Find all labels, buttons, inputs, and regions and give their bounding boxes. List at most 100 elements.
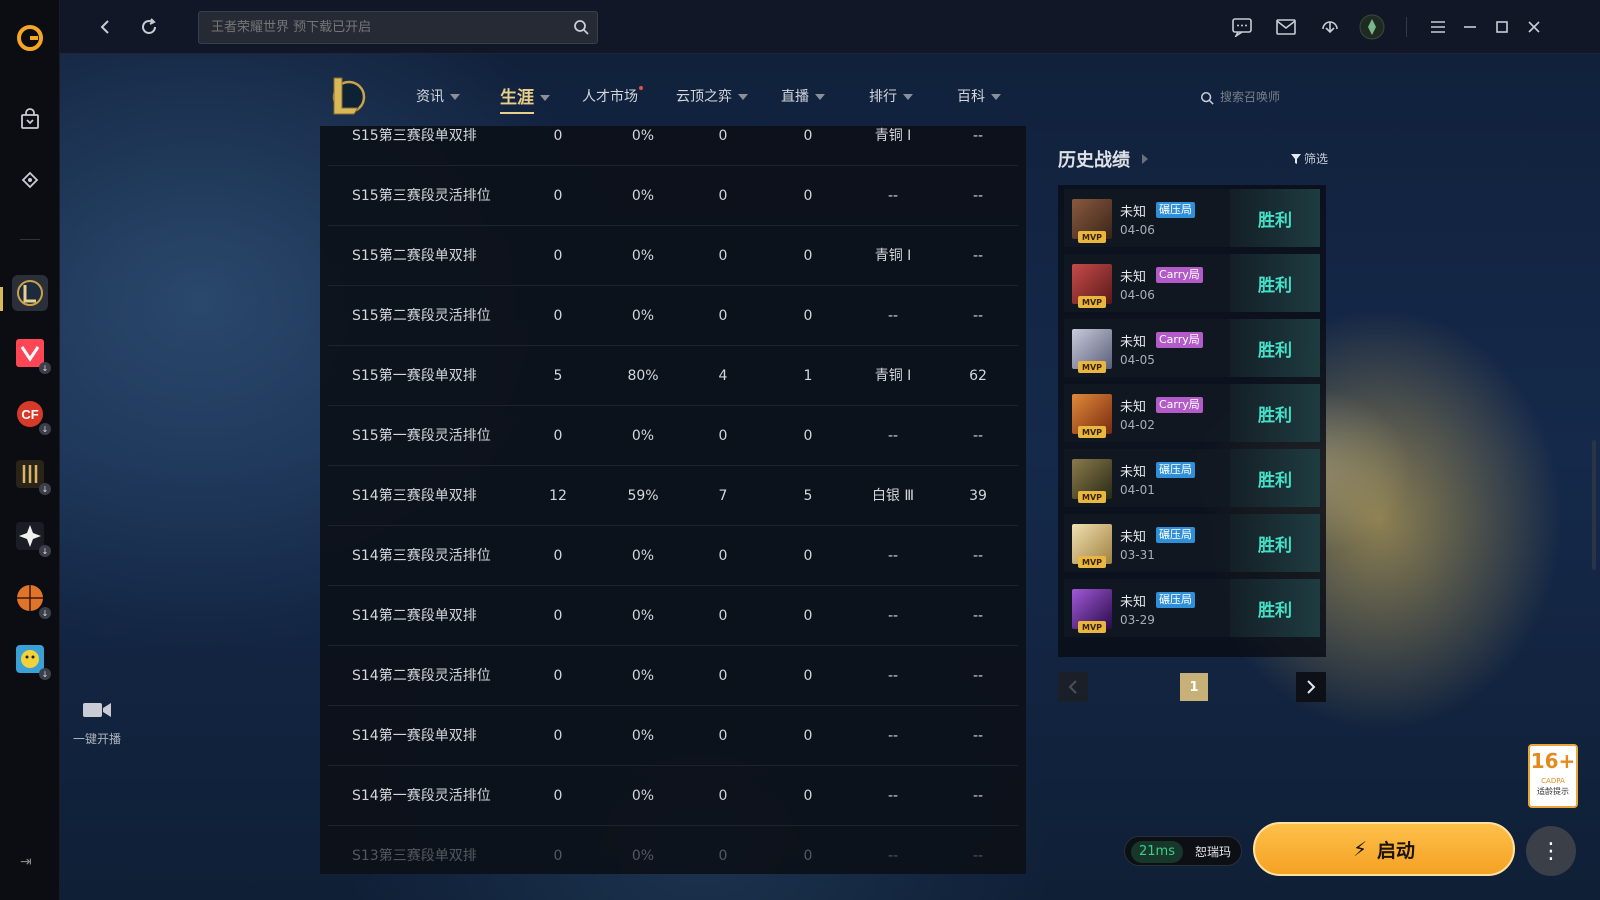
nav-tft[interactable]: 云顶之弈 [676, 86, 748, 106]
chevron-down-icon [903, 94, 913, 100]
back-icon[interactable] [92, 13, 120, 41]
league-points: -- [972, 848, 984, 864]
rank-tier: 青铜 Ⅰ [874, 368, 912, 384]
match-card[interactable]: MVP 未知 碾压局 03-29 胜利 [1064, 579, 1320, 637]
player-name: 未知 [1120, 465, 1147, 480]
table-row[interactable]: S14第一赛段单双排 0 0% 0 0 -- -- [328, 706, 1018, 766]
match-card[interactable]: MVP 未知 Carry局 04-02 胜利 [1064, 384, 1320, 442]
refresh-icon[interactable] [135, 13, 163, 41]
age-rating-badge: 16+ CADPA 适龄提示 [1528, 744, 1578, 808]
mvp-badge: MVP [1078, 556, 1106, 568]
games-icon[interactable] [12, 162, 48, 198]
table-row[interactable]: S15第一赛段单双排 5 80% 4 1 青铜 Ⅰ 62 [328, 346, 1018, 406]
search-bar[interactable] [198, 11, 598, 44]
download-manager-icon[interactable] [1316, 13, 1344, 41]
rank-tier: 白银 Ⅲ [871, 488, 915, 504]
star-game-icon[interactable]: ↓ [12, 518, 51, 557]
launch-button[interactable]: ⚡ 启动 [1253, 822, 1515, 876]
losses-count: 0 [803, 248, 813, 264]
table-row[interactable]: S14第二赛段灵活排位 0 0% 0 0 -- -- [328, 646, 1018, 706]
table-row[interactable]: S15第三赛段灵活排位 0 0% 0 0 -- -- [328, 166, 1018, 226]
nav-talent-market[interactable]: 人才市场 [582, 86, 643, 106]
league-points: -- [972, 788, 984, 804]
chevron-down-icon [815, 94, 825, 100]
user-avatar[interactable] [1358, 13, 1386, 41]
rank-tier: -- [887, 788, 899, 804]
basketball-game-icon[interactable]: ↓ [12, 580, 51, 619]
search-icon[interactable] [573, 19, 589, 35]
rank-tier: -- [887, 668, 899, 684]
win-rate: 80% [627, 368, 659, 384]
mvp-badge: MVP [1078, 231, 1106, 243]
store-icon[interactable] [12, 102, 48, 138]
table-row[interactable]: S15第一赛段灵活排位 0 0% 0 0 -- -- [328, 406, 1018, 466]
match-card[interactable]: MVP 未知 Carry局 04-05 胜利 [1064, 319, 1320, 377]
season-name: S15第二赛段灵活排位 [352, 308, 491, 324]
nav-live[interactable]: 直播 [781, 86, 825, 106]
summoner-search[interactable]: 搜索召唤师 [1200, 88, 1280, 105]
table-row[interactable]: S14第一赛段灵活排位 0 0% 0 0 -- -- [328, 766, 1018, 826]
player-name: 未知 [1120, 595, 1147, 610]
valorant-game-icon[interactable]: ↓ [12, 335, 51, 374]
match-history-title[interactable]: 历史战绩 [1058, 146, 1130, 172]
collapse-sidebar-icon[interactable]: ⇥ [20, 854, 40, 872]
menu-icon[interactable] [1424, 13, 1452, 41]
filter-label: 筛选 [1303, 152, 1328, 166]
league-points: -- [972, 548, 984, 564]
win-rate: 0% [631, 128, 655, 144]
win-rate: 59% [627, 488, 659, 504]
wins-count: 0 [718, 848, 728, 864]
launch-label: 启动 [1377, 839, 1416, 862]
more-options-button[interactable]: ⋮ [1526, 826, 1576, 876]
close-icon[interactable] [1520, 13, 1548, 41]
chat-icon[interactable] [1228, 13, 1256, 41]
chevron-down-icon [540, 95, 550, 101]
table-row[interactable]: S14第三赛段单双排 12 59% 7 5 白银 Ⅲ 39 [328, 466, 1018, 526]
chevron-right-icon [1307, 680, 1316, 694]
lol-game-icon[interactable] [12, 275, 48, 311]
minimize-icon[interactable] [1456, 13, 1484, 41]
one-click-broadcast[interactable]: 一键开播 [70, 700, 124, 747]
table-row[interactable]: S15第二赛段单双排 0 0% 0 0 青铜 Ⅰ -- [328, 226, 1018, 286]
filter-button[interactable]: 筛选 [1290, 150, 1328, 167]
scrollbar[interactable] [1592, 440, 1596, 570]
mail-icon[interactable] [1272, 13, 1300, 41]
match-tag: 碾压局 [1156, 202, 1195, 218]
chevron-right-icon[interactable] [1142, 154, 1148, 164]
lol-logo[interactable] [328, 74, 366, 118]
match-tag: 碾压局 [1156, 462, 1195, 478]
nav-wiki[interactable]: 百科 [957, 86, 1001, 106]
match-card[interactable]: MVP 未知 碾压局 03-31 胜利 [1064, 514, 1320, 572]
server-status[interactable]: 21ms 恕瑞玛 [1124, 836, 1242, 866]
match-card[interactable]: MVP 未知 碾压局 04-01 胜利 [1064, 449, 1320, 507]
match-card[interactable]: MVP 未知 Carry局 04-06 胜利 [1064, 254, 1320, 312]
table-row[interactable]: S14第三赛段灵活排位 0 0% 0 0 -- -- [328, 526, 1018, 586]
page-number[interactable]: 1 [1180, 673, 1208, 701]
history-pagination: 1 [1058, 672, 1326, 702]
win-rate: 0% [631, 668, 655, 684]
games-count: 0 [553, 668, 563, 684]
games-count: 0 [553, 548, 563, 564]
nav-news[interactable]: 资讯 [416, 86, 460, 106]
prev-page-button[interactable] [1058, 672, 1088, 702]
table-row[interactable]: S15第二赛段灵活排位 0 0% 0 0 -- -- [328, 286, 1018, 346]
app-logo-icon[interactable] [12, 20, 48, 56]
qq-game-icon[interactable]: ↓ [12, 641, 51, 680]
table-row[interactable]: S14第二赛段单双排 0 0% 0 0 -- -- [328, 586, 1018, 646]
losses-count: 5 [803, 488, 813, 504]
table-row[interactable]: S15第三赛段单双排 0 0% 0 0 青铜 Ⅰ -- [328, 126, 1018, 166]
games-count: 0 [553, 848, 563, 864]
age-rating-org: CADPA [1541, 777, 1565, 785]
league-points: 39 [969, 488, 987, 504]
legends-game-icon[interactable]: ↓ [12, 456, 51, 495]
table-row[interactable]: S13第三赛段单双排 0 0% 0 0 -- -- [328, 826, 1018, 874]
league-points: -- [972, 248, 984, 264]
crossfire-game-icon[interactable]: CF ↓ [12, 396, 51, 435]
nav-career[interactable]: 生涯 [500, 83, 550, 114]
match-result: 胜利 [1230, 514, 1320, 572]
maximize-icon[interactable] [1488, 13, 1516, 41]
search-input[interactable] [199, 12, 597, 43]
next-page-button[interactable] [1296, 672, 1326, 702]
match-card[interactable]: MVP 未知 碾压局 04-06 胜利 [1064, 189, 1320, 247]
nav-ranking[interactable]: 排行 [869, 86, 913, 106]
